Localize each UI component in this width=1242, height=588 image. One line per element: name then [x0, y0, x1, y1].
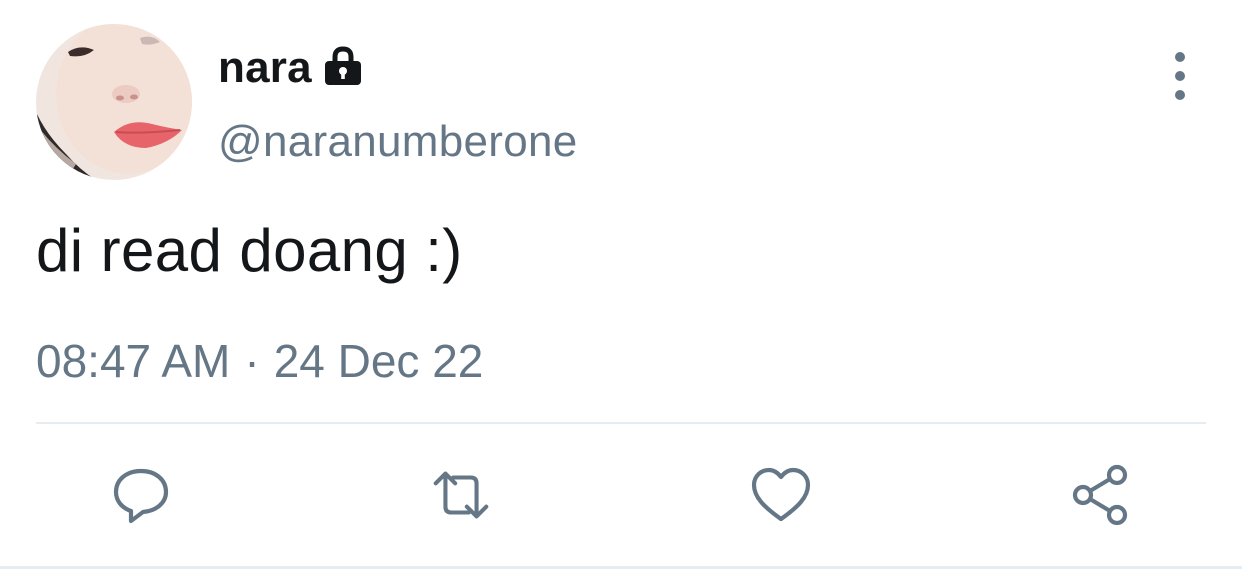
- like-button[interactable]: [746, 460, 816, 530]
- tweet-timestamp[interactable]: 08:47 AM · 24 Dec 22: [36, 336, 483, 387]
- retweet-icon: [433, 471, 489, 519]
- display-name-row: nara: [218, 40, 364, 96]
- retweet-button[interactable]: [426, 460, 496, 530]
- more-options-button[interactable]: [1160, 52, 1200, 100]
- meta-separator: ·: [244, 335, 260, 387]
- tweet-time: 08:47 AM: [36, 335, 231, 387]
- heart-icon: [751, 467, 811, 522]
- action-bar: [0, 460, 1242, 530]
- more-vertical-icon: [1175, 52, 1185, 62]
- tweet-card: nara @naranumberone di read doang :) 08:…: [0, 0, 1242, 588]
- reply-icon: [113, 468, 169, 524]
- display-name[interactable]: nara: [218, 46, 312, 90]
- lock-icon: [322, 45, 364, 87]
- user-handle[interactable]: @naranumberone: [218, 120, 578, 164]
- more-vertical-icon-dot: [1175, 90, 1185, 100]
- tweet-text: di read doang :): [36, 217, 463, 284]
- divider: [36, 422, 1206, 424]
- share-icon: [1072, 464, 1128, 526]
- reply-button[interactable]: [106, 460, 176, 530]
- avatar[interactable]: [36, 24, 192, 180]
- more-vertical-icon-dot: [1175, 71, 1185, 81]
- tweet-date: 24 Dec 22: [273, 335, 484, 387]
- bottom-border: [0, 566, 1242, 569]
- share-button[interactable]: [1066, 460, 1136, 530]
- avatar-image: [36, 24, 192, 180]
